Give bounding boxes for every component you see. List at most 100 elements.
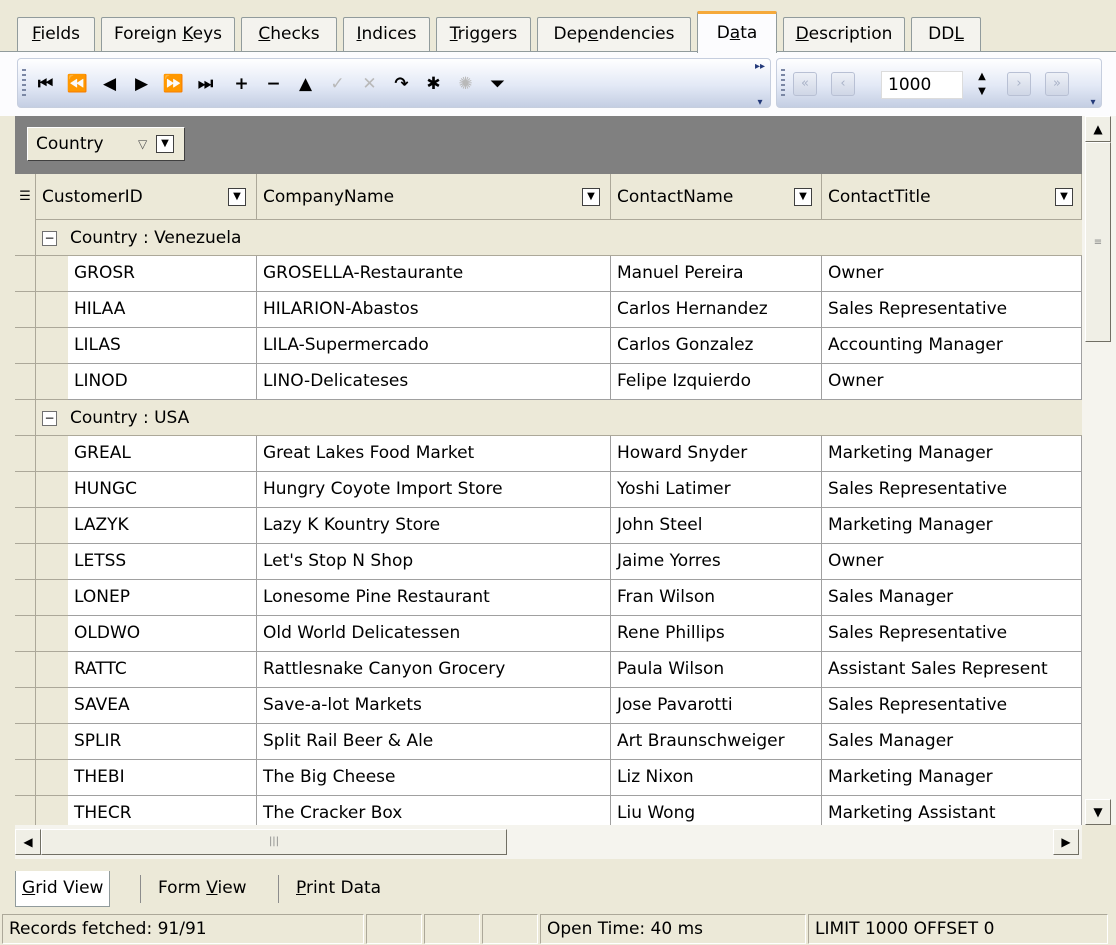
tab-data[interactable]: Data [697, 11, 777, 53]
cell-companyname[interactable]: Lonesome Pine Restaurant [257, 580, 611, 616]
next-record-icon[interactable]: ▶ [128, 69, 155, 99]
cell-contacttitle[interactable]: Marketing Manager [822, 760, 1082, 796]
cell-customerid[interactable]: HUNGC [68, 472, 257, 508]
horizontal-scrollbar[interactable]: ◀ ||| ▶ [15, 825, 1082, 859]
cell-contactname[interactable]: Carlos Hernandez [611, 292, 822, 328]
row-indicator[interactable] [15, 724, 36, 760]
last-record-icon[interactable]: ⏭ [192, 69, 219, 99]
limit-input[interactable]: 1000 [881, 71, 963, 99]
cell-contactname[interactable]: Jose Pavarotti [611, 688, 822, 724]
row-indicator[interactable] [15, 436, 36, 472]
group-by-chip-country[interactable]: Country ▽ ▼ [27, 127, 185, 161]
cell-contacttitle[interactable]: Accounting Manager [822, 328, 1082, 364]
table-row[interactable]: SAVEA Save-a-lot Markets Jose Pavarotti Sal… [36, 688, 1082, 724]
cell-customerid[interactable]: LILAS [68, 328, 257, 364]
cell-contactname[interactable]: Carlos Gonzalez [611, 328, 822, 364]
next-page-icon[interactable]: ⏩ [160, 69, 187, 99]
column-header-companyname[interactable]: CompanyName ▼ [257, 174, 611, 220]
vertical-scrollbar[interactable]: ▲ ≡ ▼ [1082, 116, 1116, 825]
table-row[interactable]: LILAS LILA-Supermercado Carlos Gonzalez Acc… [36, 328, 1082, 364]
table-row[interactable]: GREAL Great Lakes Food Market Howard Snyde… [36, 436, 1082, 472]
prior-page-icon[interactable]: ⏪ [64, 69, 91, 99]
table-row[interactable]: LAZYK Lazy K Kountry Store John Steel Marke… [36, 508, 1082, 544]
table-row[interactable]: HILAA HILARION-Abastos Carlos Hernandez Sal… [36, 292, 1082, 328]
row-indicator[interactable] [15, 256, 36, 292]
cell-contactname[interactable]: Rene Phillips [611, 616, 822, 652]
cell-companyname[interactable]: Split Rail Beer & Ale [257, 724, 611, 760]
table-row[interactable]: HUNGC Hungry Coyote Import Store Yoshi Lat… [36, 472, 1082, 508]
limit-spinner[interactable]: ▲ ▼ [971, 69, 993, 103]
cell-contacttitle[interactable]: Sales Representative [822, 616, 1082, 652]
cell-customerid[interactable]: THECR [68, 796, 257, 825]
cell-contactname[interactable]: John Steel [611, 508, 822, 544]
column-header-contactname[interactable]: ContactName ▼ [611, 174, 822, 220]
cell-contactname[interactable]: Liu Wong [611, 796, 822, 825]
tab-description[interactable]: Description [783, 17, 905, 51]
row-indicator[interactable] [15, 292, 36, 328]
cell-contacttitle[interactable]: Marketing Manager [822, 508, 1082, 544]
row-indicator[interactable] [15, 364, 36, 400]
cell-contactname[interactable]: Liz Nixon [611, 760, 822, 796]
cell-companyname[interactable]: HILARION-Abastos [257, 292, 611, 328]
toolbar-overflow-chevron-icon[interactable]: ▸▸ ▾ [752, 61, 768, 108]
row-indicator[interactable] [15, 616, 36, 652]
row-indicator[interactable] [15, 652, 36, 688]
toolbar-overflow-chevron-icon-2[interactable]: ▾ [1085, 61, 1101, 108]
tab-form-view[interactable]: Form View [152, 871, 253, 907]
collapse-group-icon[interactable]: − [42, 231, 57, 246]
chevron-down-icon[interactable]: ▼ [1055, 188, 1073, 206]
table-row[interactable]: SPLIR Split Rail Beer & Ale Art Braunschwe… [36, 724, 1082, 760]
first-record-icon[interactable]: ⏮ [32, 69, 59, 99]
table-row[interactable]: RATTC Rattlesnake Canyon Grocery Paula Wil… [36, 652, 1082, 688]
scroll-right-icon[interactable]: ▶ [1053, 829, 1079, 855]
cell-companyname[interactable]: GROSELLA-Restaurante [257, 256, 611, 292]
tab-grid-view[interactable]: Grid View [15, 871, 111, 907]
cell-companyname[interactable]: The Big Cheese [257, 760, 611, 796]
table-row[interactable]: THEBI The Big Cheese Liz Nixon Marketing Ma… [36, 760, 1082, 796]
cell-customerid[interactable]: OLDWO [68, 616, 257, 652]
cell-companyname[interactable]: Old World Delicatessen [257, 616, 611, 652]
row-indicator[interactable] [15, 760, 36, 796]
edit-icon[interactable]: ▲ [292, 69, 319, 99]
previous-page-icon[interactable]: ‹ [831, 72, 855, 96]
cell-companyname[interactable]: LINO-Delicateses [257, 364, 611, 400]
cell-companyname[interactable]: Hungry Coyote Import Store [257, 472, 611, 508]
cell-customerid[interactable]: LINOD [68, 364, 257, 400]
toolbar-grip[interactable] [22, 69, 26, 99]
collapse-group-icon[interactable]: − [42, 411, 57, 426]
insert-icon[interactable]: + [228, 69, 255, 99]
cell-customerid[interactable]: SPLIR [68, 724, 257, 760]
row-indicator[interactable] [15, 796, 36, 825]
cell-companyname[interactable]: Great Lakes Food Market [257, 436, 611, 472]
horizontal-scroll-thumb[interactable]: ||| [41, 829, 507, 855]
row-indicator[interactable] [15, 328, 36, 364]
cancel-icon[interactable]: ✕ [356, 69, 383, 99]
cell-customerid[interactable]: HILAA [68, 292, 257, 328]
row-indicator[interactable] [15, 400, 36, 436]
row-indicator[interactable] [15, 220, 36, 256]
tab-print-data[interactable]: Print Data [290, 871, 387, 907]
refresh-icon[interactable]: ↷ [388, 69, 415, 99]
chevron-down-icon[interactable]: ▼ [794, 188, 812, 206]
cell-contacttitle[interactable]: Sales Representative [822, 688, 1082, 724]
column-chooser-icon[interactable]: ☰ [15, 174, 36, 220]
save-bookmark-icon[interactable]: ✱ [420, 69, 447, 99]
tab-checks[interactable]: Checks [241, 17, 337, 51]
tab-ddl[interactable]: DDL [911, 17, 981, 51]
cell-customerid[interactable]: RATTC [68, 652, 257, 688]
cell-contactname[interactable]: Jaime Yorres [611, 544, 822, 580]
column-header-contacttitle[interactable]: ContactTitle ▼ [822, 174, 1082, 220]
cell-contacttitle[interactable]: Sales Manager [822, 580, 1082, 616]
cell-companyname[interactable]: Let's Stop N Shop [257, 544, 611, 580]
cell-contactname[interactable]: Art Braunschweiger [611, 724, 822, 760]
table-row[interactable]: THECR The Cracker Box Liu Wong Marketing As… [36, 796, 1082, 825]
cell-customerid[interactable]: LETSS [68, 544, 257, 580]
tab-triggers[interactable]: Triggers [436, 17, 531, 51]
vertical-scroll-thumb[interactable]: ≡ [1085, 142, 1111, 342]
cell-contacttitle[interactable]: Owner [822, 364, 1082, 400]
cell-customerid[interactable]: SAVEA [68, 688, 257, 724]
cell-customerid[interactable]: GROSR [68, 256, 257, 292]
cell-contactname[interactable]: Paula Wilson [611, 652, 822, 688]
toolbar-grip-2[interactable] [781, 69, 785, 99]
cell-companyname[interactable]: Lazy K Kountry Store [257, 508, 611, 544]
